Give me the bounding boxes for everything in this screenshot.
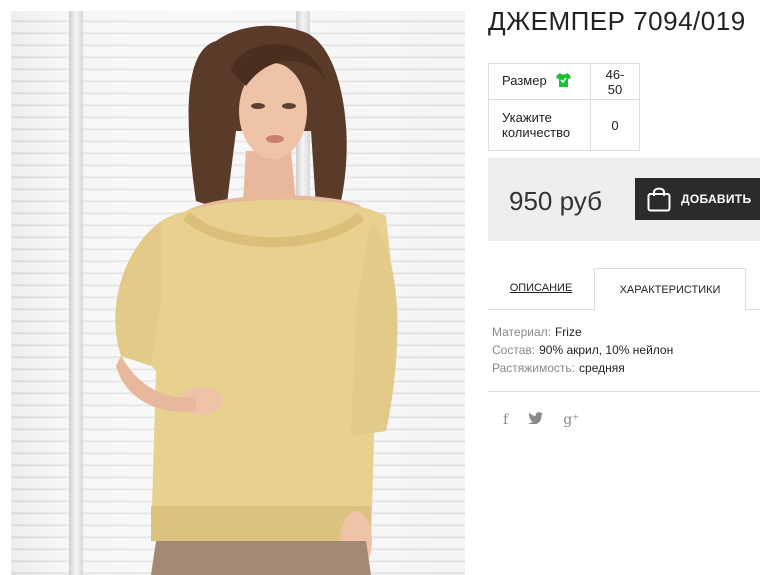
quantity-row: Укажите количество 0 — [488, 99, 640, 151]
spec-key: Растяжимость: — [492, 361, 576, 375]
product-title: ДЖЕМПЕР 7094/019 — [488, 6, 746, 36]
size-label: Размер — [502, 72, 547, 88]
spec-key: Состав: — [492, 343, 536, 357]
add-to-cart-button[interactable]: ДОБАВИТЬ — [635, 178, 760, 220]
spec-value: Frize — [554, 325, 582, 339]
size-value[interactable]: 46-50 — [590, 63, 640, 100]
spec-row-composition: Состав: 90% акрил, 10% нейлон — [492, 341, 673, 359]
shopping-bag-icon — [647, 187, 671, 212]
product-photo — [11, 11, 465, 575]
spec-key: Материал: — [492, 325, 551, 339]
model-figure — [115, 25, 398, 575]
google-plus-icon[interactable]: g⁺ — [563, 412, 579, 428]
tab-characteristics[interactable]: ХАРАКТЕРИСТИКИ — [594, 268, 746, 311]
specs-list: Материал: Frize Состав: 90% акрил, 10% ней… — [492, 323, 673, 377]
tab-description[interactable]: ОПИСАНИЕ — [488, 268, 594, 308]
price: 950 руб — [509, 186, 602, 216]
add-to-cart-label: ДОБАВИТЬ — [681, 192, 752, 206]
product-tabs: ОПИСАНИЕ ХАРАКТЕРИСТИКИ — [488, 268, 760, 311]
spec-row-stretch: Растяжимость: средняя — [492, 359, 673, 377]
twitter-icon[interactable] — [528, 412, 544, 428]
divider — [488, 391, 760, 392]
quantity-label: Укажите количество — [488, 99, 591, 151]
size-cell: Размер — [488, 63, 591, 100]
spec-value: средняя — [579, 361, 625, 375]
facebook-icon[interactable]: f — [503, 412, 508, 428]
social-share: f g⁺ — [503, 412, 580, 428]
spec-row-material: Материал: Frize — [492, 323, 673, 341]
size-row: Размер 46-50 — [488, 63, 640, 100]
price-box: 950 руб ДОБАВИТЬ — [488, 158, 760, 241]
size-chart-icon[interactable] — [556, 73, 572, 90]
spec-value: 90% акрил, 10% нейлон — [539, 343, 674, 357]
quantity-input[interactable]: 0 — [590, 99, 640, 151]
product-params-table: Размер 46-50 Укажите количество 0 — [488, 63, 640, 151]
